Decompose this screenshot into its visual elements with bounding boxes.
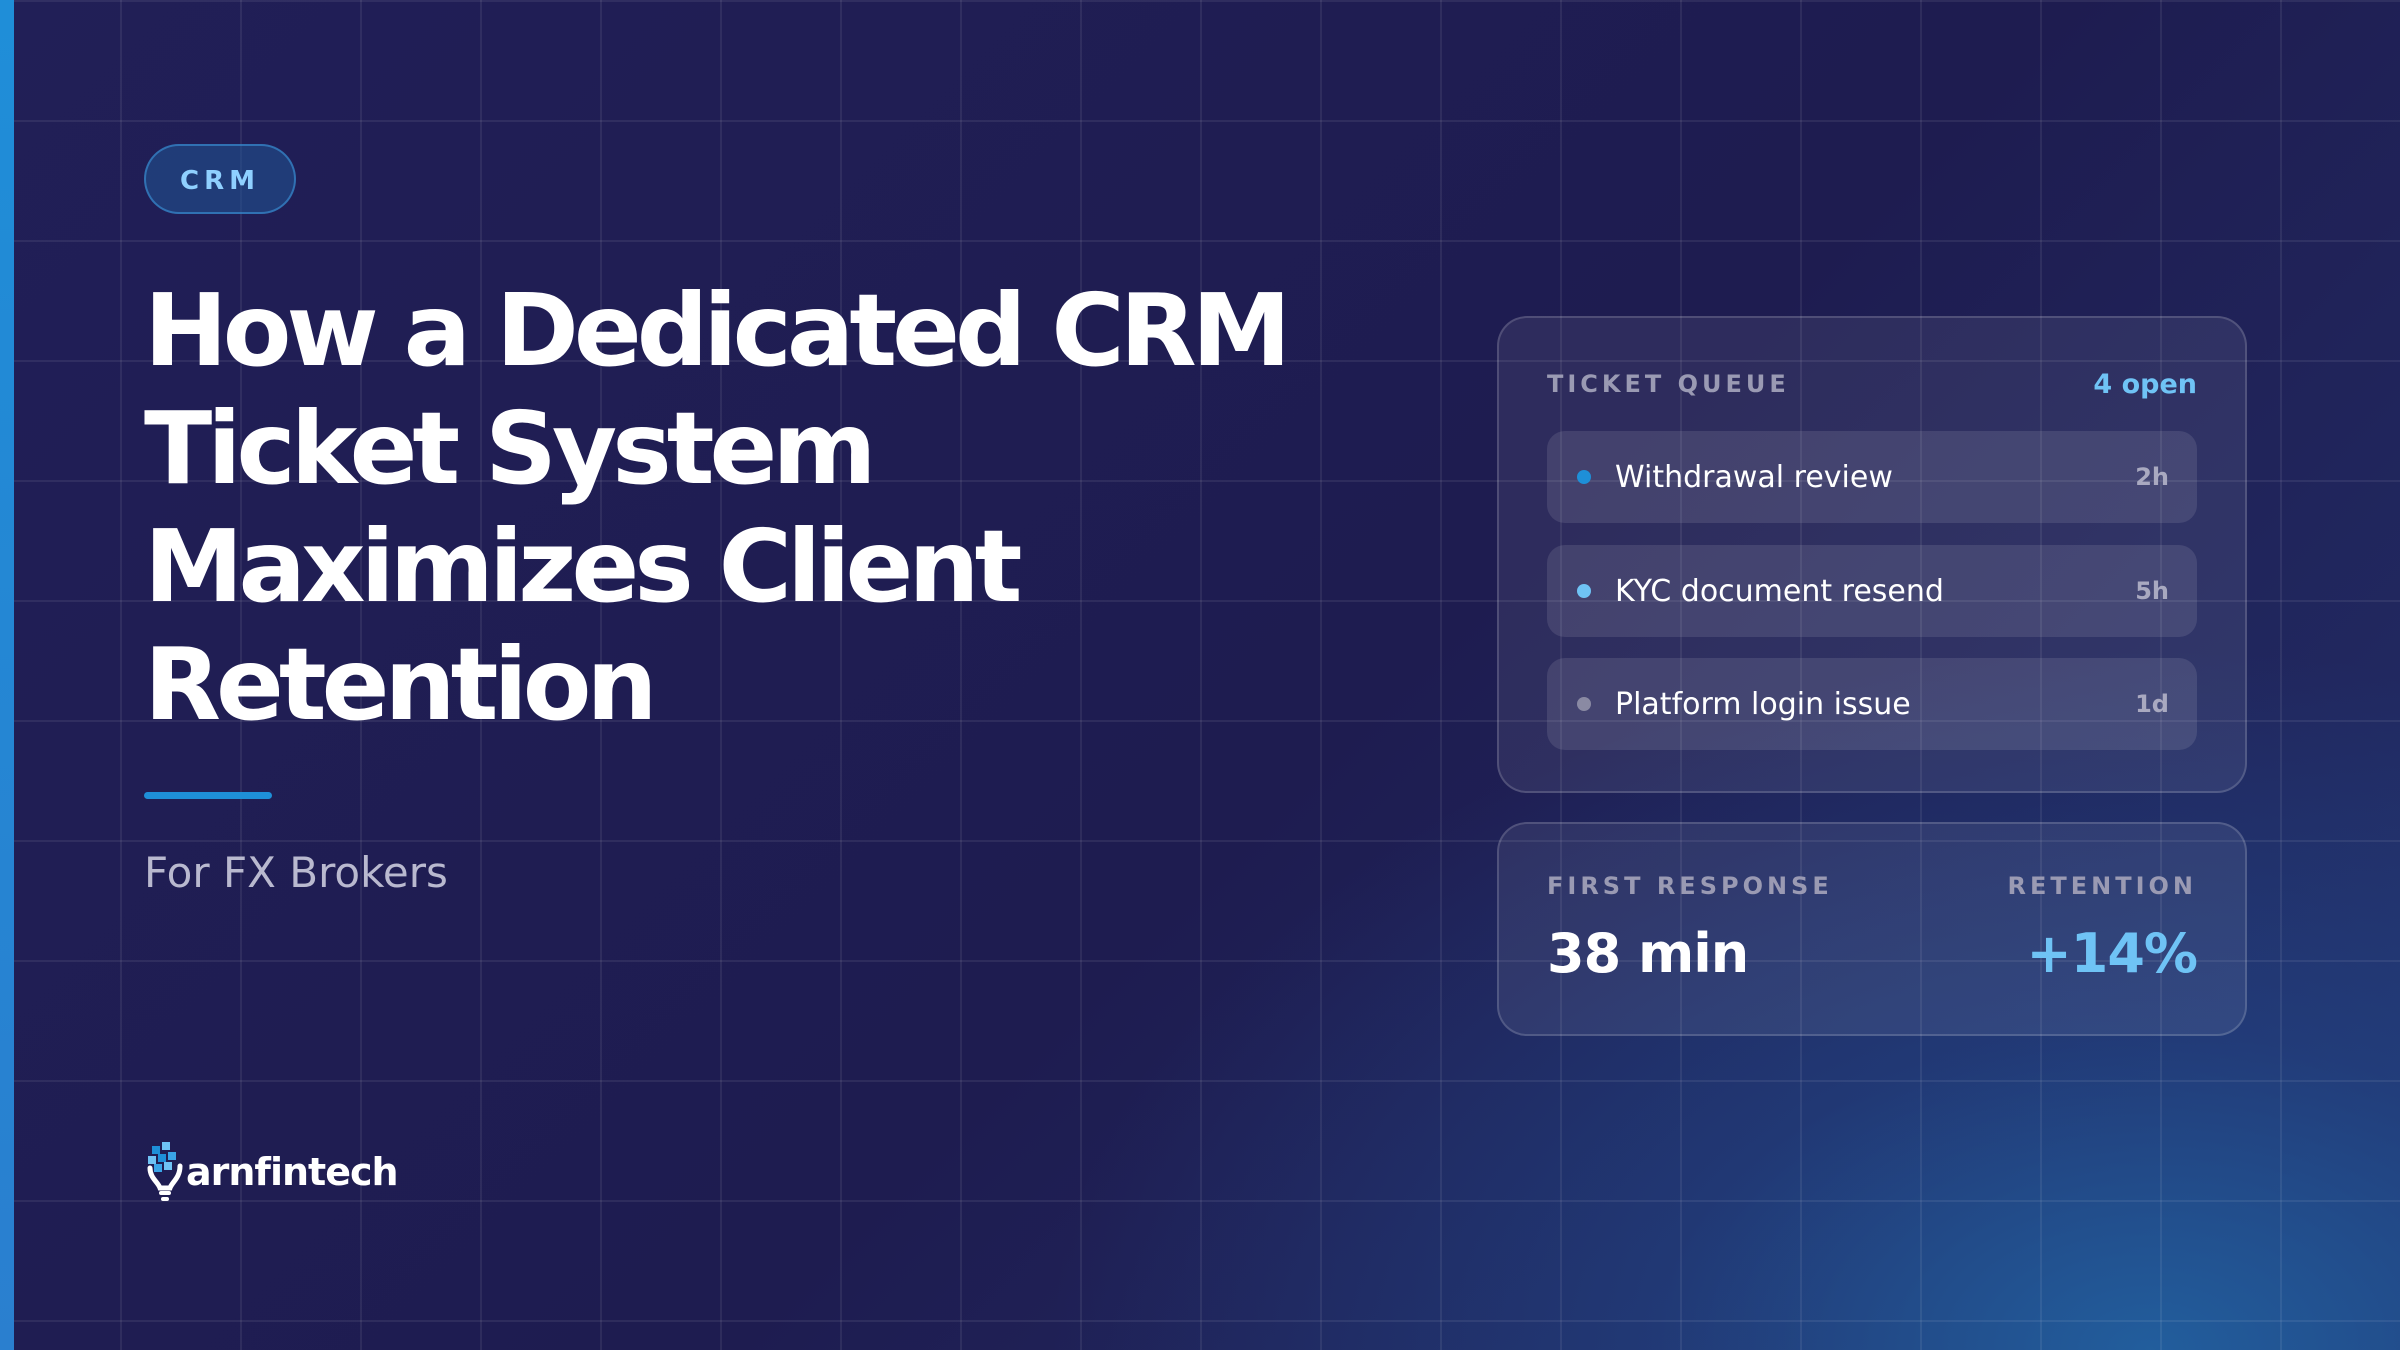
brand-logo: arnfintech — [144, 1140, 399, 1204]
ticket-row[interactable]: Platform login issue 1d — [1547, 658, 2197, 750]
ticket-name: Withdrawal review — [1615, 459, 1893, 495]
headline-line: How a Dedicated CRM — [144, 272, 1291, 389]
category-badge: CRM — [144, 144, 296, 214]
headline-line: Ticket System — [144, 390, 877, 507]
first-response-metric: FIRST RESPONSE 38 min — [1547, 872, 1833, 986]
metrics-card: FIRST RESPONSE 38 min RETENTION +14% — [1497, 822, 2247, 1036]
ticket-name: KYC document resend — [1615, 573, 1944, 609]
subtitle: For FX Brokers — [144, 848, 448, 897]
first-response-value: 38 min — [1547, 922, 1749, 985]
headline-line: Retention — [144, 626, 658, 743]
ticket-age: 2h — [2135, 463, 2169, 491]
ticket-row[interactable]: Withdrawal review 2h — [1547, 431, 2197, 523]
retention-metric: RETENTION +14% — [2007, 872, 2198, 986]
retention-value: +14% — [2026, 922, 2198, 985]
lightbulb-pixel-icon — [144, 1140, 186, 1204]
ticket-status-dot — [1577, 470, 1591, 484]
ticket-status-dot — [1577, 697, 1591, 711]
headline: How a Dedicated CRM Ticket System Maximi… — [144, 272, 1344, 744]
first-response-label: FIRST RESPONSE — [1547, 872, 1833, 900]
open-ticket-count: 4 open — [2093, 368, 2197, 400]
ticket-age: 1d — [2135, 690, 2169, 718]
ticket-queue-header: TICKET QUEUE 4 open — [1547, 368, 2197, 400]
ticket-row[interactable]: KYC document resend 5h — [1547, 545, 2197, 637]
brand-logo-text: arnfintech — [186, 1150, 399, 1194]
left-accent-bar — [0, 0, 14, 1350]
ticket-status-dot — [1577, 584, 1591, 598]
headline-divider — [144, 792, 272, 799]
ticket-age: 5h — [2135, 577, 2169, 605]
ticket-queue-label: TICKET QUEUE — [1547, 370, 1790, 398]
ticket-name: Platform login issue — [1615, 686, 1911, 722]
ticket-queue-card: TICKET QUEUE 4 open Withdrawal review 2h… — [1497, 316, 2247, 793]
retention-label: RETENTION — [2007, 872, 2197, 900]
headline-line: Maximizes Client — [144, 508, 1022, 625]
